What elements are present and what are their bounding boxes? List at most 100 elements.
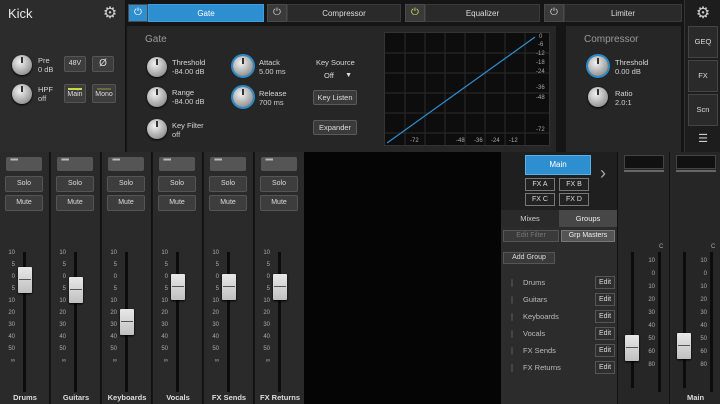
tab-gate[interactable]: Gate: [148, 4, 264, 22]
scale-tick: 50: [648, 336, 655, 342]
phantom-48v-button[interactable]: 48V: [64, 56, 86, 72]
chevron-right-icon[interactable]: ›: [600, 164, 606, 182]
fx-c-button[interactable]: FX C: [525, 193, 555, 206]
scale-tick: 50: [263, 346, 270, 352]
list-icon[interactable]: ☰: [696, 134, 710, 145]
release-value: 700 ms: [259, 98, 284, 107]
key-source-select[interactable]: Off ▼: [314, 69, 356, 82]
fx-button[interactable]: FX: [688, 60, 718, 92]
tab-equalizer[interactable]: Equalizer: [425, 4, 540, 22]
main-fader-strip: C 10 0 10 20 30 40 50 60 80 Main: [669, 152, 720, 404]
tab-groups[interactable]: Groups: [559, 210, 617, 227]
scenes-button[interactable]: Scn: [688, 94, 718, 126]
mute-button[interactable]: Mute: [5, 195, 43, 211]
fx-a-button[interactable]: FX A: [525, 178, 555, 191]
scale-tick: 20: [648, 297, 655, 303]
fader-handle[interactable]: [273, 274, 287, 300]
expander-button[interactable]: Expander: [313, 120, 357, 135]
mono-label: Mono: [95, 91, 113, 98]
edit-filter-button[interactable]: Edit Filter: [503, 230, 559, 242]
main-mix-button[interactable]: Main: [525, 155, 591, 175]
key-filter-knob[interactable]: [147, 119, 167, 139]
graph-y-tick: -24: [536, 69, 545, 75]
fader-handle[interactable]: [18, 267, 32, 293]
compressor-power-button[interactable]: ⏻: [267, 4, 287, 22]
scale-tick: 30: [648, 310, 655, 316]
solo-button[interactable]: Solo: [260, 176, 298, 192]
group-edit-button[interactable]: Edit: [595, 310, 615, 323]
scale-tick: 10: [700, 258, 707, 264]
scale-tick: 0: [113, 274, 117, 280]
release-label: Release 700 ms: [259, 89, 287, 107]
group-edit-button[interactable]: Edit: [595, 344, 615, 357]
gear-icon[interactable]: ⚙: [695, 6, 711, 22]
solo-button[interactable]: Solo: [56, 176, 94, 192]
scale-tick: 10: [110, 250, 117, 256]
ratio-knob[interactable]: [588, 87, 608, 107]
hpf-knob[interactable]: [12, 84, 32, 104]
main-assign-button[interactable]: Main: [64, 84, 86, 103]
solo-button[interactable]: Solo: [158, 176, 196, 192]
graph-x-tick: -36: [474, 138, 483, 144]
fader-track: [631, 252, 634, 388]
comp-threshold-knob[interactable]: [588, 56, 608, 76]
add-group-button[interactable]: Add Group: [503, 252, 555, 264]
solo-button[interactable]: Solo: [107, 176, 145, 192]
tab-limiter[interactable]: Limiter: [564, 4, 682, 22]
solo-button[interactable]: Solo: [5, 176, 43, 192]
gate-transfer-graph[interactable]: 0 -6 -12 -18 -24 -36 -48 -72 -72 -48 -36…: [384, 32, 550, 146]
fader-handle[interactable]: [625, 335, 639, 361]
threshold-knob[interactable]: [147, 57, 167, 77]
equalizer-power-button[interactable]: ⏻: [405, 4, 425, 22]
scale-tick: 50: [161, 346, 168, 352]
channel-label: Vocals: [166, 393, 190, 402]
mono-button[interactable]: Mono: [92, 84, 116, 103]
gate-power-button[interactable]: ⏻: [128, 4, 148, 22]
fader-handle[interactable]: [69, 276, 83, 303]
solo-button[interactable]: Solo: [209, 176, 247, 192]
meter-display[interactable]: [210, 155, 246, 171]
mute-button[interactable]: Mute: [209, 195, 247, 211]
gear-icon[interactable]: ⚙: [102, 6, 118, 22]
mute-button[interactable]: Mute: [107, 195, 145, 211]
meter-display[interactable]: [108, 155, 144, 171]
range-knob[interactable]: [147, 87, 167, 107]
scale-tick: 5: [164, 262, 168, 268]
group-edit-button[interactable]: Edit: [595, 361, 615, 374]
limiter-power-button[interactable]: ⏻: [544, 4, 564, 22]
scale-tick: 80: [648, 362, 655, 368]
tab-mixes[interactable]: Mixes: [501, 210, 559, 227]
geq-button[interactable]: GEQ: [688, 26, 718, 58]
key-listen-button[interactable]: Key Listen: [313, 90, 357, 105]
attack-knob[interactable]: [233, 56, 253, 76]
tab-compressor[interactable]: Compressor: [287, 4, 401, 22]
meter-display[interactable]: [6, 155, 42, 171]
mute-button[interactable]: Mute: [56, 195, 94, 211]
pre-knob[interactable]: [12, 55, 32, 75]
fader-handle[interactable]: [120, 309, 134, 335]
attack-label: Attack 5.00 ms: [259, 58, 286, 76]
scale-tick: 80: [700, 362, 707, 368]
group-edit-button[interactable]: Edit: [595, 293, 615, 306]
scale-tick: 30: [110, 322, 117, 328]
phase-invert-button[interactable]: Ø: [92, 56, 114, 72]
meter-display[interactable]: [261, 155, 297, 171]
grp-masters-button[interactable]: Grp Masters: [561, 230, 615, 242]
fx-d-button[interactable]: FX D: [559, 193, 589, 206]
scale-tick: 50: [8, 346, 15, 352]
scale-tick: 40: [212, 334, 219, 340]
meter-display[interactable]: [57, 155, 93, 171]
release-knob[interactable]: [233, 87, 253, 107]
fx-b-button[interactable]: FX B: [559, 178, 589, 191]
group-edit-button[interactable]: Edit: [595, 276, 615, 289]
fader-handle[interactable]: [222, 274, 236, 300]
mute-button[interactable]: Mute: [260, 195, 298, 211]
scale-tick: ∞: [163, 358, 168, 364]
meter-display[interactable]: [159, 155, 195, 171]
mute-button[interactable]: Mute: [158, 195, 196, 211]
fader-handle[interactable]: [677, 333, 691, 359]
meter-divider: [676, 170, 716, 172]
graph-x-tick: -72: [410, 138, 419, 144]
fader-handle[interactable]: [171, 274, 185, 300]
group-edit-button[interactable]: Edit: [595, 327, 615, 340]
